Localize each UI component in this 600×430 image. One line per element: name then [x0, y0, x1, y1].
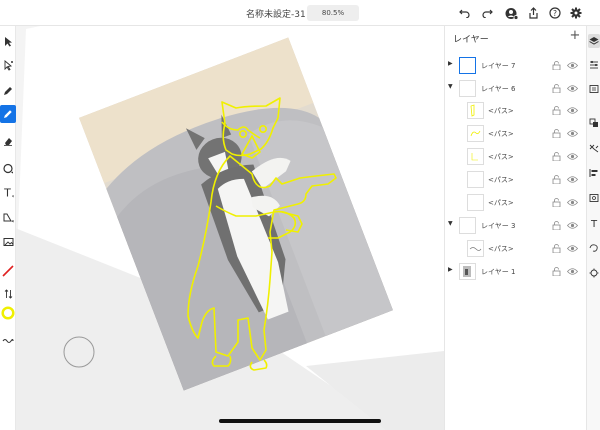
properties-icon[interactable]	[588, 58, 600, 72]
share-icon[interactable]	[525, 5, 541, 21]
ellipse-icon[interactable]	[0, 159, 16, 177]
layer-row-layer-1[interactable]: ▶ レイヤー 1	[445, 260, 587, 283]
zoom-level[interactable]: 80.5%	[307, 5, 359, 21]
redo-icon[interactable]	[479, 5, 495, 21]
layer-row-path[interactable]: <パス>	[445, 122, 587, 145]
chevron-down-icon[interactable]: ▼	[448, 220, 453, 227]
eye-icon[interactable]	[567, 129, 578, 138]
layer-row-path[interactable]: <パス>	[445, 191, 587, 214]
account-icon[interactable]	[503, 5, 519, 21]
path-thumbnail	[467, 171, 484, 188]
stroke-color-icon[interactable]	[0, 304, 16, 322]
shape-icon[interactable]	[0, 208, 16, 226]
eye-icon[interactable]	[567, 106, 578, 115]
layer-row-path[interactable]: <パス>	[445, 168, 587, 191]
eye-icon[interactable]	[567, 198, 578, 207]
layer-row-layer-3[interactable]: ▼ レイヤー 3	[445, 214, 587, 237]
path-thumbnail	[467, 102, 484, 119]
right-rail: T	[586, 26, 600, 430]
transform-icon[interactable]	[588, 141, 600, 155]
layer-name: レイヤー 1	[481, 268, 516, 276]
type-properties-icon[interactable]: T	[588, 216, 600, 230]
lock-icon[interactable]	[552, 106, 561, 115]
svg-text:T: T	[3, 187, 11, 198]
layer-row-layer-6[interactable]: ▼ レイヤー 6	[445, 77, 587, 100]
left-toolbar: T	[0, 26, 16, 430]
lock-icon[interactable]	[552, 175, 561, 184]
lock-icon[interactable]	[552, 61, 561, 70]
lock-icon[interactable]	[552, 267, 561, 276]
layer-name: <パス>	[488, 130, 514, 138]
align-icon[interactable]	[588, 166, 600, 180]
layers-panel: レイヤー + ▶ レイヤー 7 ▼ レイヤー 6 <パス> <パス> <パス> …	[444, 26, 586, 430]
layer-thumbnail	[459, 80, 476, 97]
pen-icon[interactable]	[0, 82, 16, 100]
eye-icon[interactable]	[567, 152, 578, 161]
layer-name: <パス>	[488, 153, 514, 161]
top-bar: 名称未設定-31 80.5% ?	[0, 0, 600, 26]
image-icon[interactable]	[0, 233, 16, 251]
fill-none-icon[interactable]	[0, 262, 16, 280]
path-thumbnail	[467, 240, 484, 257]
layers-panel-title: レイヤー	[453, 35, 489, 45]
plugins-icon[interactable]	[588, 266, 600, 280]
swap-icon[interactable]	[0, 285, 16, 303]
lock-icon[interactable]	[552, 152, 561, 161]
lock-icon[interactable]	[552, 129, 561, 138]
chevron-right-icon[interactable]: ▶	[448, 60, 453, 67]
layers-icon[interactable]	[588, 34, 600, 48]
layer-row-path[interactable]: <パス>	[445, 99, 587, 122]
layer-name: <パス>	[488, 245, 514, 253]
eye-icon[interactable]	[567, 61, 578, 70]
eye-icon[interactable]	[567, 84, 578, 93]
layer-name: <パス>	[488, 176, 514, 184]
path-thumbnail	[467, 148, 484, 165]
chevron-down-icon[interactable]: ▼	[448, 83, 453, 90]
lock-icon[interactable]	[552, 221, 561, 230]
layer-name: <パス>	[488, 199, 514, 207]
eraser-icon[interactable]	[0, 132, 16, 150]
chevron-right-icon[interactable]: ▶	[448, 266, 453, 273]
libraries-icon[interactable]	[588, 82, 600, 96]
type-icon[interactable]: T	[0, 183, 16, 201]
layer-name: <パス>	[488, 107, 514, 115]
selection-icon[interactable]	[0, 32, 16, 50]
lock-icon[interactable]	[552, 198, 561, 207]
layer-thumbnail	[459, 217, 476, 234]
lock-icon[interactable]	[552, 84, 561, 93]
artboard-canvas[interactable]	[16, 26, 444, 430]
svg-text:T: T	[590, 219, 598, 228]
layer-row-path[interactable]: <パス>	[445, 145, 587, 168]
path-thumbnail	[467, 194, 484, 211]
help-icon[interactable]: ?	[547, 5, 563, 21]
settings-icon[interactable]	[568, 5, 584, 21]
direct-selection-icon[interactable]	[0, 56, 16, 74]
lock-icon[interactable]	[552, 244, 561, 253]
layer-name: レイヤー 7	[481, 62, 516, 70]
more-tools-icon[interactable]	[0, 332, 16, 350]
pencil-icon[interactable]	[0, 105, 16, 123]
undo-icon[interactable]	[456, 5, 472, 21]
add-layer-button[interactable]: +	[568, 28, 582, 43]
image-trace-icon[interactable]	[588, 191, 600, 205]
artboards-icon[interactable]	[588, 116, 600, 130]
shapes-icon[interactable]	[588, 241, 600, 255]
eye-icon[interactable]	[567, 244, 578, 253]
document-title[interactable]: 名称未設定-31	[246, 7, 306, 20]
svg-text:?: ?	[553, 9, 557, 18]
layer-row-layer-7[interactable]: ▶ レイヤー 7	[445, 54, 587, 77]
eye-icon[interactable]	[567, 221, 578, 230]
layer-name: レイヤー 6	[481, 85, 516, 93]
eye-icon[interactable]	[567, 175, 578, 184]
eye-icon[interactable]	[567, 267, 578, 276]
path-thumbnail	[467, 125, 484, 142]
home-indicator[interactable]	[219, 419, 381, 423]
layer-row-path[interactable]: <パス>	[445, 237, 587, 260]
layer-thumbnail	[459, 263, 476, 280]
layer-name: レイヤー 3	[481, 222, 516, 230]
layer-thumbnail	[459, 57, 476, 74]
